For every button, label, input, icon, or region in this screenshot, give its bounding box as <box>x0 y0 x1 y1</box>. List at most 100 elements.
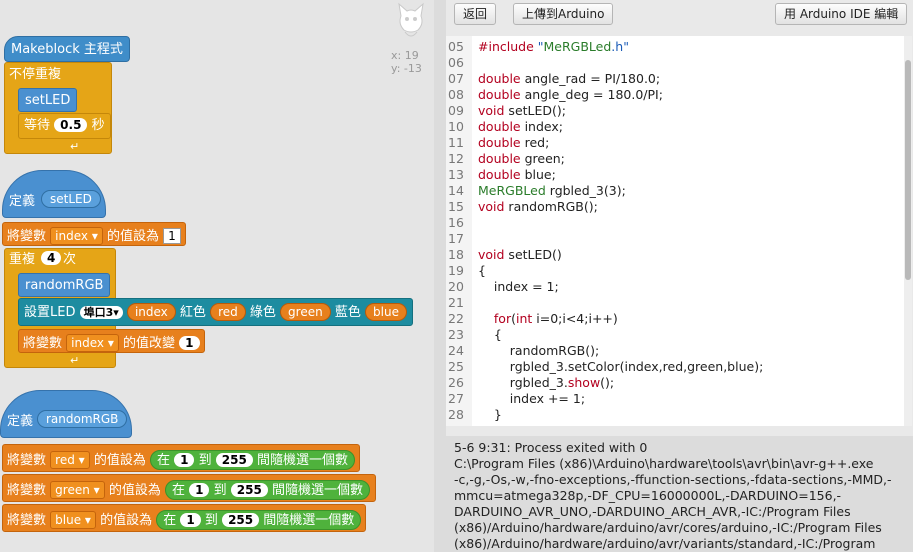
random-suffix: 間隨機選一個數 <box>271 483 363 498</box>
green-var-dropdown[interactable]: green ▾ <box>50 481 105 499</box>
code-line[interactable]: void randomRGB(); <box>478 199 598 214</box>
code-scrollbar[interactable] <box>904 36 912 426</box>
code-line[interactable]: MeRGBLed rgbled_3(3); <box>478 183 626 198</box>
random-from-input[interactable]: 1 <box>174 453 195 467</box>
code-line[interactable]: index = 1; <box>478 279 559 294</box>
code-line[interactable]: #include "MeRGBLed.h" <box>478 39 629 54</box>
line-number: 19 <box>448 263 464 278</box>
makeblock-main-hat[interactable]: Makeblock 主程式 <box>4 36 130 62</box>
define-setled-block[interactable]: 定義 setLED <box>2 170 106 218</box>
panel-separator[interactable] <box>434 0 446 552</box>
line-number: 08 <box>448 87 464 102</box>
back-button[interactable]: 返回 <box>454 3 497 25</box>
set-prefix: 將變數 <box>7 483 47 498</box>
line-number: 16 <box>448 215 464 230</box>
line-number: 10 <box>448 119 464 134</box>
set-blue-random-block[interactable]: 將變數 blue ▾ 的值設為 在 1 到 255 間隨機選一個數 <box>2 504 366 532</box>
open-arduino-ide-button[interactable]: 用 Arduino IDE 編輯 <box>775 3 908 25</box>
code-line[interactable]: double angle_rad = PI/180.0; <box>478 71 660 86</box>
wait-value-input[interactable]: 0.5 <box>54 118 88 132</box>
random-reporter[interactable]: 在 1 到 255 間隨機選一個數 <box>156 510 362 530</box>
setled-index-reporter[interactable]: index <box>126 303 176 321</box>
var-label: red <box>55 453 75 467</box>
line-number: 09 <box>448 103 464 118</box>
blue-reporter[interactable]: blue <box>365 303 407 321</box>
line-number: 06 <box>448 55 464 70</box>
set-red-random-block[interactable]: 將變數 red ▾ 的值設為 在 1 到 255 間隨機選一個數 <box>2 444 360 472</box>
code-line[interactable]: double red; <box>478 135 549 150</box>
code-line[interactable]: double index; <box>478 119 563 134</box>
random-reporter[interactable]: 在 1 到 255 間隨機選一個數 <box>164 480 370 500</box>
code-line[interactable]: rgbled_3.show(); <box>478 375 614 390</box>
random-to-input[interactable]: 255 <box>222 513 260 527</box>
change-var-label: index <box>71 336 104 350</box>
port-label: 埠口3 <box>83 306 114 319</box>
code-line[interactable]: double blue; <box>478 167 556 182</box>
upload-arduino-button[interactable]: 上傳到Arduino <box>513 3 614 25</box>
change-index-block[interactable]: 將變數 index ▾ 的值改變 1 <box>18 329 205 353</box>
block-canvas[interactable]: x: 19 y: -13 Makeblock 主程式 不停重複 setLED 等… <box>0 0 434 552</box>
green-reporter[interactable]: green <box>280 303 331 321</box>
call-randomrgb-block[interactable]: randomRGB <box>18 273 111 297</box>
code-line[interactable]: { <box>478 263 486 278</box>
code-line[interactable]: index += 1; <box>478 391 585 406</box>
code-line[interactable]: double angle_deg = 180.0/PI; <box>478 87 663 102</box>
at-label: 在 <box>171 483 185 498</box>
code-line[interactable]: { <box>478 327 502 342</box>
scrollbar-thumb[interactable] <box>905 60 911 280</box>
change-var-dropdown[interactable]: index ▾ <box>66 334 119 352</box>
red-var-dropdown[interactable]: red ▾ <box>50 451 90 469</box>
code-line[interactable]: randomRGB(); <box>478 343 599 358</box>
set-index-value-input[interactable]: 1 <box>163 228 181 244</box>
random-from-input[interactable]: 1 <box>189 483 210 497</box>
code-line[interactable]: void setLED(); <box>478 103 566 118</box>
arduino-code-pane: 返回 上傳到Arduino 用 Arduino IDE 編輯 05 06 07 08 0… <box>446 0 913 552</box>
random-to-input[interactable]: 255 <box>215 453 253 467</box>
blue-var-dropdown[interactable]: blue ▾ <box>50 511 96 529</box>
code-line[interactable]: void setLED() <box>478 247 562 262</box>
to-label: 到 <box>198 453 212 468</box>
set-index-block[interactable]: 將變數 index ▾ 的值設為 1 <box>2 222 186 246</box>
change-value-input[interactable]: 1 <box>179 336 200 350</box>
loop-arrow-icon: ↵ <box>70 354 80 367</box>
console-line: mmcu=atmega328p,-DF_CPU=16000000L,-DARDU… <box>454 488 842 503</box>
at-label: 在 <box>156 453 170 468</box>
line-number: 25 <box>448 359 464 374</box>
random-from-input[interactable]: 1 <box>180 513 201 527</box>
red-label: 紅色 <box>179 305 206 320</box>
console-line: C:\Program Files (x86)\Arduino\hardware\… <box>454 456 874 471</box>
wait-prefix: 等待 <box>24 118 51 133</box>
random-to-input[interactable]: 255 <box>230 483 268 497</box>
console-line: 5-6 9:31: Process exited with 0 <box>454 440 648 455</box>
code-editor[interactable]: 05 06 07 08 09 10 11 12 13 14 15 16 17 18 19 20 21 22 23 24… <box>446 36 906 426</box>
var-label: green <box>55 483 90 497</box>
set-led-block[interactable]: 設置LED 埠口3▾ index 紅色 red 綠色 green 藍色 blue <box>18 298 413 326</box>
green-label: 綠色 <box>249 305 276 320</box>
line-number: 13 <box>448 167 464 182</box>
code-line[interactable]: double green; <box>478 151 565 166</box>
y-label: y: <box>391 62 401 75</box>
random-reporter[interactable]: 在 1 到 255 間隨機選一個數 <box>149 450 355 470</box>
wait-block[interactable]: 等待 0.5 秒 <box>18 113 111 139</box>
line-number: 24 <box>448 343 464 358</box>
call-setled-block[interactable]: setLED <box>18 88 78 112</box>
port-dropdown[interactable]: 埠口3▾ <box>79 306 123 319</box>
code-line[interactable]: } <box>478 407 502 422</box>
loop-arrow-icon: ↵ <box>70 140 80 153</box>
code-line[interactable]: rgbled_3.setColor(index,red,green,blue); <box>478 359 764 374</box>
red-reporter[interactable]: red <box>210 303 246 321</box>
sprite-y-readout: y: -13 <box>391 62 422 75</box>
set-green-random-block[interactable]: 將變數 green ▾ 的值設為 在 1 到 255 間隨機選一個數 <box>2 474 376 502</box>
repeat-prefix: 重複 <box>9 252 36 267</box>
line-number: 15 <box>448 199 464 214</box>
repeat-count-input[interactable]: 4 <box>41 251 62 265</box>
define-randomrgb-block[interactable]: 定義 randomRGB <box>0 390 132 438</box>
index-var-dropdown[interactable]: index ▾ <box>50 227 103 245</box>
line-number: 18 <box>448 247 464 262</box>
line-number: 17 <box>448 231 464 246</box>
set-mid: 的值設為 <box>100 513 153 528</box>
call-random-label: randomRGB <box>25 278 104 293</box>
line-number: 20 <box>448 279 464 294</box>
code-line[interactable]: for(int i=0;i<4;i++) <box>478 311 618 326</box>
console-line: DARDUINO_AVR_UNO,-DARDUINO_ARCH_AVR,-IC:… <box>454 504 851 519</box>
